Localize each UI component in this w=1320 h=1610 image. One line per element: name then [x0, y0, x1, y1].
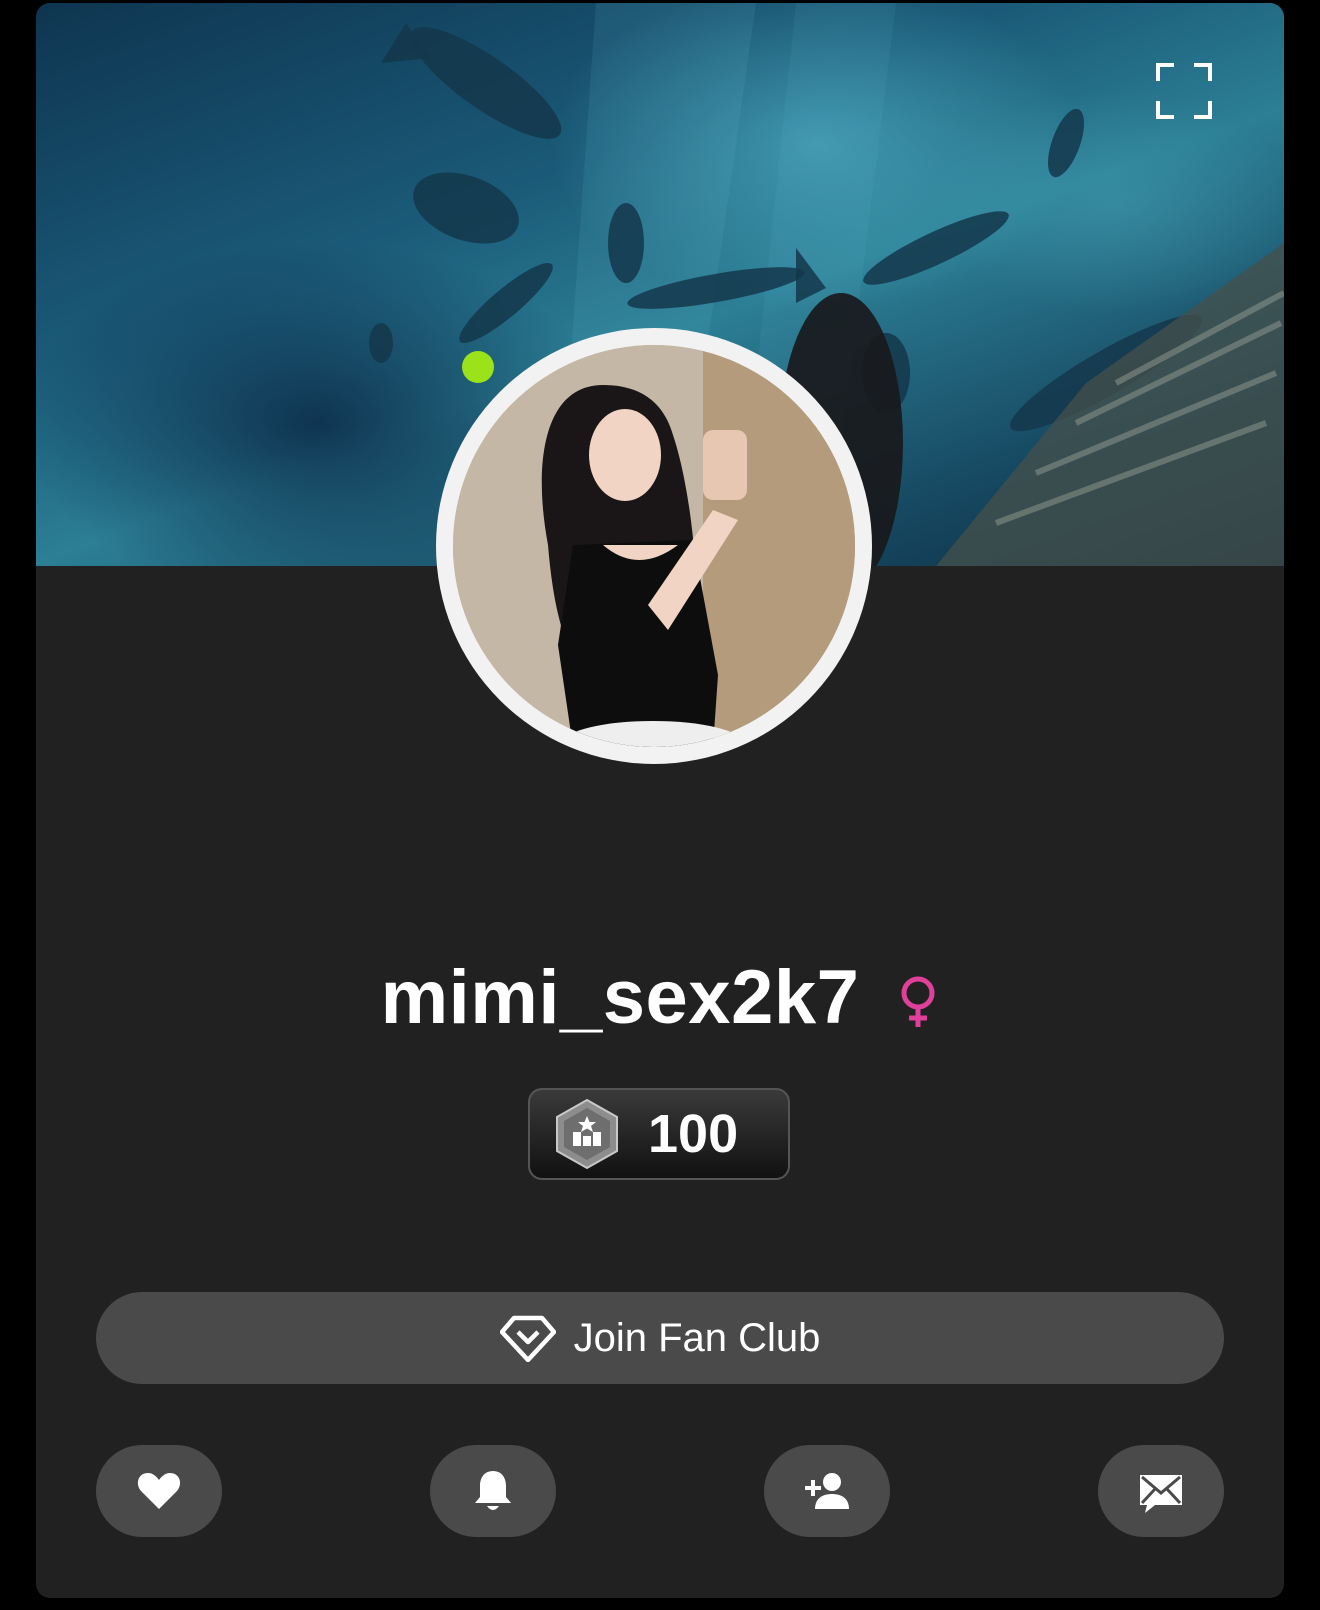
join-fan-club-button[interactable]: Join Fan Club [96, 1292, 1224, 1384]
mail-icon [1140, 1475, 1182, 1513]
like-button[interactable] [96, 1445, 222, 1537]
level-badge[interactable]: 100 [528, 1088, 790, 1180]
expand-button[interactable] [1154, 61, 1214, 121]
join-fan-club-label: Join Fan Club [573, 1315, 821, 1360]
diamond-icon [499, 1315, 556, 1362]
online-indicator [462, 351, 494, 383]
level-badge-icon [556, 1098, 618, 1170]
avatar-photo [453, 345, 855, 747]
expand-icon [1156, 63, 1212, 119]
profile-card: mimi_sex2k7 100 Join Fan Club [36, 3, 1284, 1598]
username-row: mimi_sex2k7 [36, 953, 1284, 1043]
message-button[interactable] [1098, 1445, 1224, 1537]
avatar[interactable] [436, 328, 872, 764]
female-icon [901, 976, 935, 1027]
add-user-icon [805, 1473, 849, 1509]
notify-button[interactable] [430, 1445, 556, 1537]
username: mimi_sex2k7 [380, 955, 860, 1040]
heart-icon [137, 1473, 181, 1509]
bell-icon [475, 1471, 511, 1510]
level-value: 100 [648, 1104, 739, 1164]
follow-button[interactable] [764, 1445, 890, 1537]
